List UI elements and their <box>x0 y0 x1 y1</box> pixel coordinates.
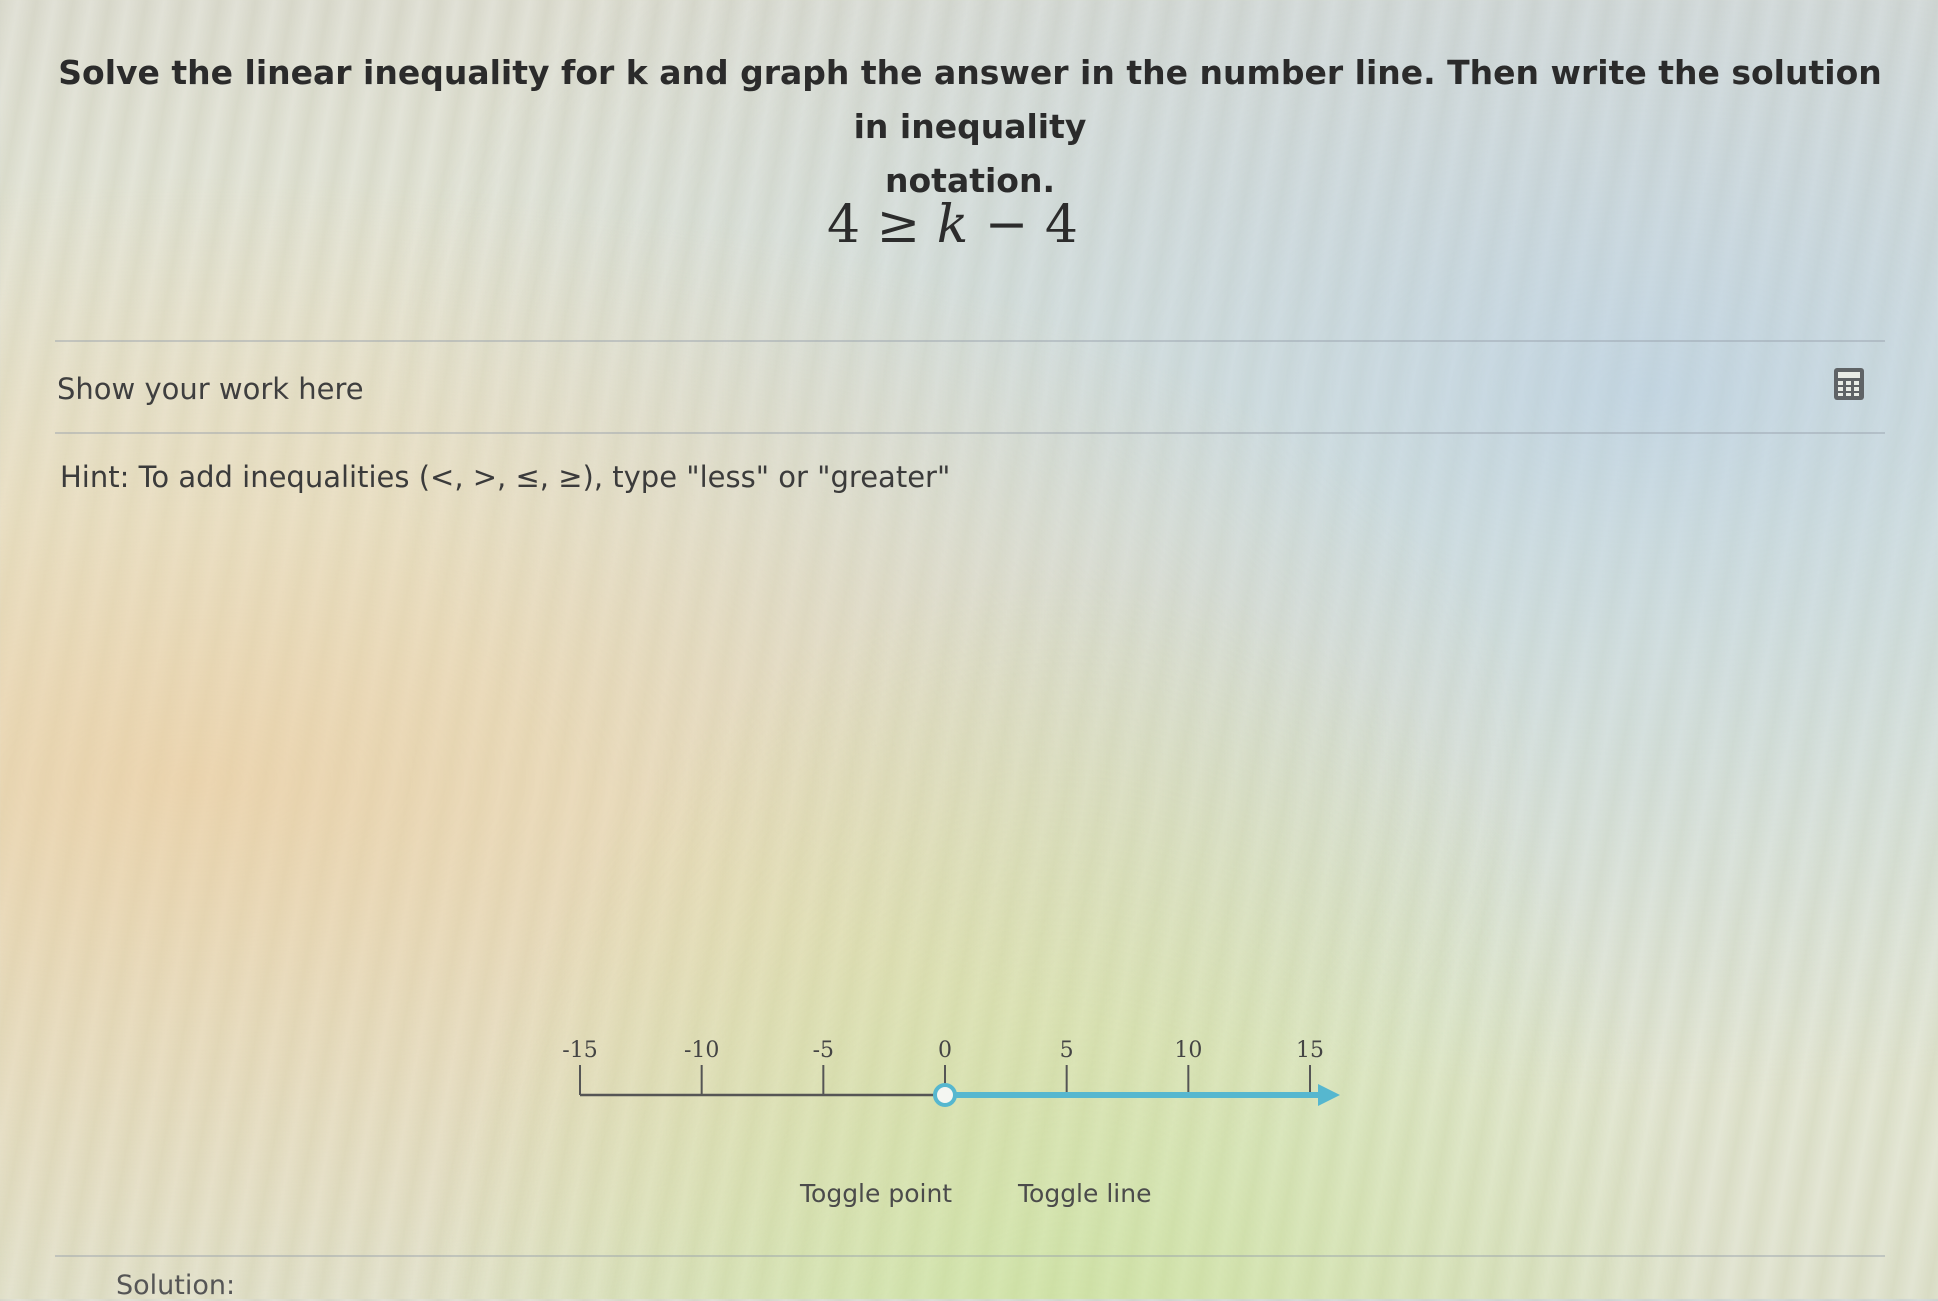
hint-text: Hint: To add inequalities (<, >, ≤, ≥), … <box>60 460 951 494</box>
tick-label: 0 <box>938 1038 952 1063</box>
divider <box>55 432 1885 434</box>
number-line[interactable]: -15 -10 -5 0 5 10 15 <box>520 1010 1380 1130</box>
question-line-1: Solve the linear inequality for k and gr… <box>58 53 1882 146</box>
tick-label: 15 <box>1296 1038 1324 1063</box>
question-text: Solve the linear inequality for k and gr… <box>50 46 1890 208</box>
equation-rest: − 4 <box>984 195 1078 255</box>
work-label: Show your work here <box>57 372 364 406</box>
open-point[interactable] <box>933 1083 957 1107</box>
solution-label: Solution: <box>116 1270 236 1301</box>
tick-label: -10 <box>684 1038 719 1063</box>
equation-variable: k <box>936 195 969 255</box>
ray-arrowhead[interactable] <box>1318 1084 1340 1106</box>
calculator-screen <box>1838 372 1860 378</box>
toggle-line-button[interactable]: Toggle line <box>1012 1178 1157 1209</box>
calculator-icon[interactable] <box>1834 368 1864 400</box>
equation-left: 4 <box>827 195 861 255</box>
toggle-point-button[interactable]: Toggle point <box>794 1178 958 1209</box>
inequality-equation: 4 ≥ k − 4 <box>0 195 1905 255</box>
tick-label: 5 <box>1060 1038 1074 1063</box>
divider <box>55 340 1885 342</box>
tick-label: -15 <box>562 1038 597 1063</box>
equation-symbol: ≥ <box>876 195 921 255</box>
work-area[interactable] <box>55 525 1885 965</box>
divider <box>55 1255 1885 1257</box>
calculator-keys <box>1838 381 1860 396</box>
tick-label: -5 <box>813 1038 834 1063</box>
tick-label: 10 <box>1174 1038 1202 1063</box>
